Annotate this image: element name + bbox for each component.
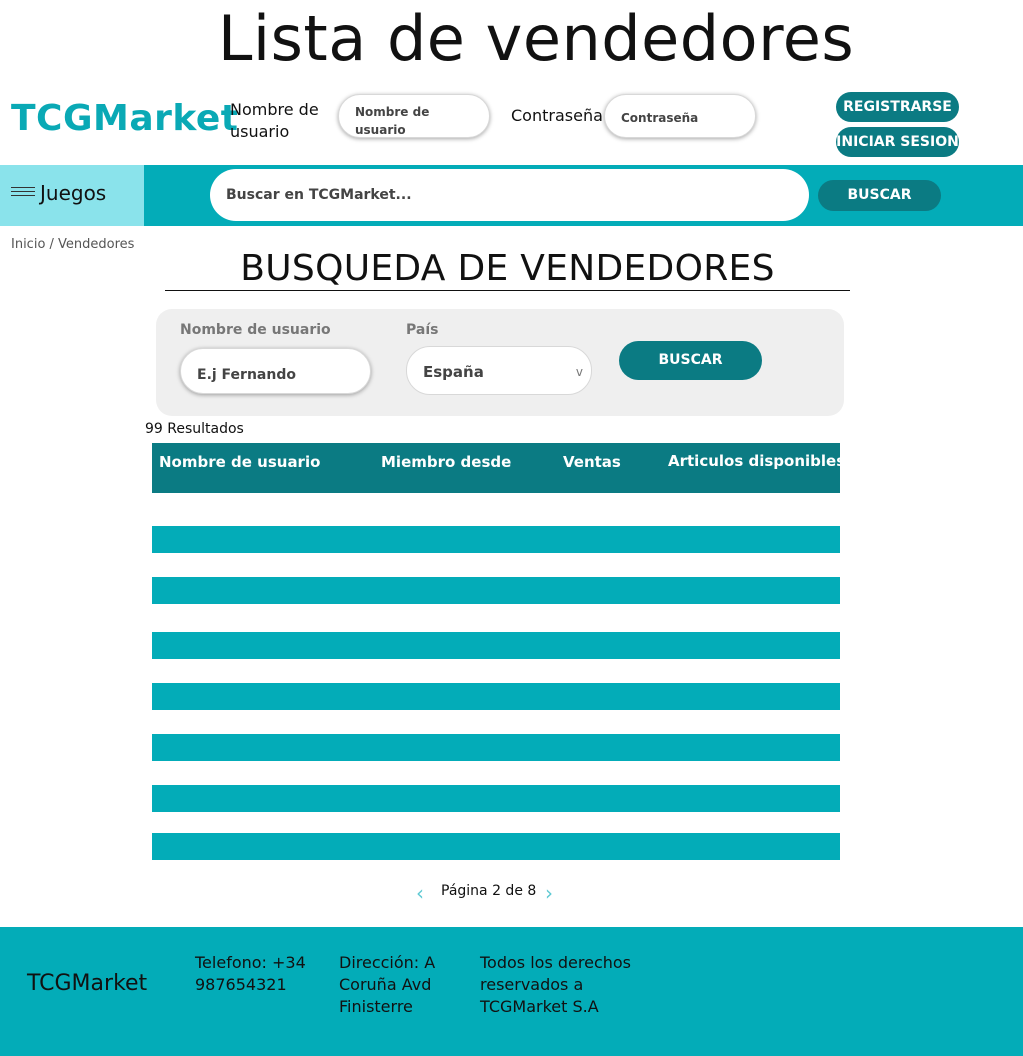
- register-button[interactable]: REGISTRARSE: [836, 92, 959, 122]
- site-search-input[interactable]: Buscar en TCGMarket...: [210, 169, 809, 221]
- chevron-left-icon[interactable]: ‹: [416, 881, 424, 905]
- hamburger-menu-icon[interactable]: [11, 187, 35, 199]
- footer-rights: Todos los derechos reservados a TCGMarke…: [480, 953, 631, 1016]
- column-header-available-items[interactable]: Articulos disponibles: [668, 452, 845, 470]
- filter-username-label: Nombre de usuario: [180, 322, 331, 338]
- username-label: Nombre de usuario: [230, 100, 319, 141]
- pagination-label: Página 2 de 8: [441, 883, 537, 899]
- table-row[interactable]: [152, 632, 840, 659]
- table-row[interactable]: [152, 577, 840, 604]
- site-search-button[interactable]: BUSCAR: [818, 180, 941, 211]
- username-input[interactable]: Nombre de usuario: [338, 94, 490, 138]
- country-select[interactable]: España v: [406, 346, 592, 395]
- chevron-right-icon[interactable]: ›: [545, 881, 553, 905]
- section-divider: [165, 290, 850, 291]
- login-button[interactable]: INICIAR SESION: [836, 127, 959, 157]
- results-table-header: Nombre de usuario Miembro desde Ventas A…: [152, 443, 845, 493]
- results-count: 99 Resultados: [145, 421, 244, 437]
- column-header-member-since[interactable]: Miembro desde: [381, 453, 511, 471]
- footer-logo: TCGMarket: [27, 971, 148, 996]
- table-row[interactable]: [152, 833, 840, 860]
- filter-username-input[interactable]: E.j Fernando: [180, 348, 371, 394]
- footer-address: Dirección: A Coruña Avd Finisterre: [339, 953, 436, 1016]
- games-menu-label[interactable]: Juegos: [40, 181, 106, 205]
- password-input[interactable]: Contraseña: [604, 94, 756, 138]
- password-label: Contraseña:: [511, 106, 609, 125]
- column-header-sales[interactable]: Ventas: [563, 453, 621, 471]
- chevron-down-icon: v: [575, 365, 583, 379]
- country-select-value: España: [423, 363, 484, 381]
- section-title: BUSQUEDA DE VENDEDORES: [240, 248, 775, 289]
- filter-search-button[interactable]: BUSCAR: [619, 341, 762, 380]
- table-row[interactable]: [152, 526, 840, 553]
- table-row[interactable]: [152, 785, 840, 812]
- table-row[interactable]: [152, 734, 840, 761]
- table-row[interactable]: [152, 683, 840, 710]
- column-header-username[interactable]: Nombre de usuario: [159, 453, 320, 471]
- filter-country-label: País: [406, 322, 439, 338]
- site-logo[interactable]: TCGMarket: [11, 98, 239, 139]
- page-title: Lista de vendedores: [217, 2, 855, 75]
- breadcrumb[interactable]: Inicio / Vendedores: [11, 237, 134, 252]
- footer-phone: Telefono: +34 987654321: [195, 953, 306, 994]
